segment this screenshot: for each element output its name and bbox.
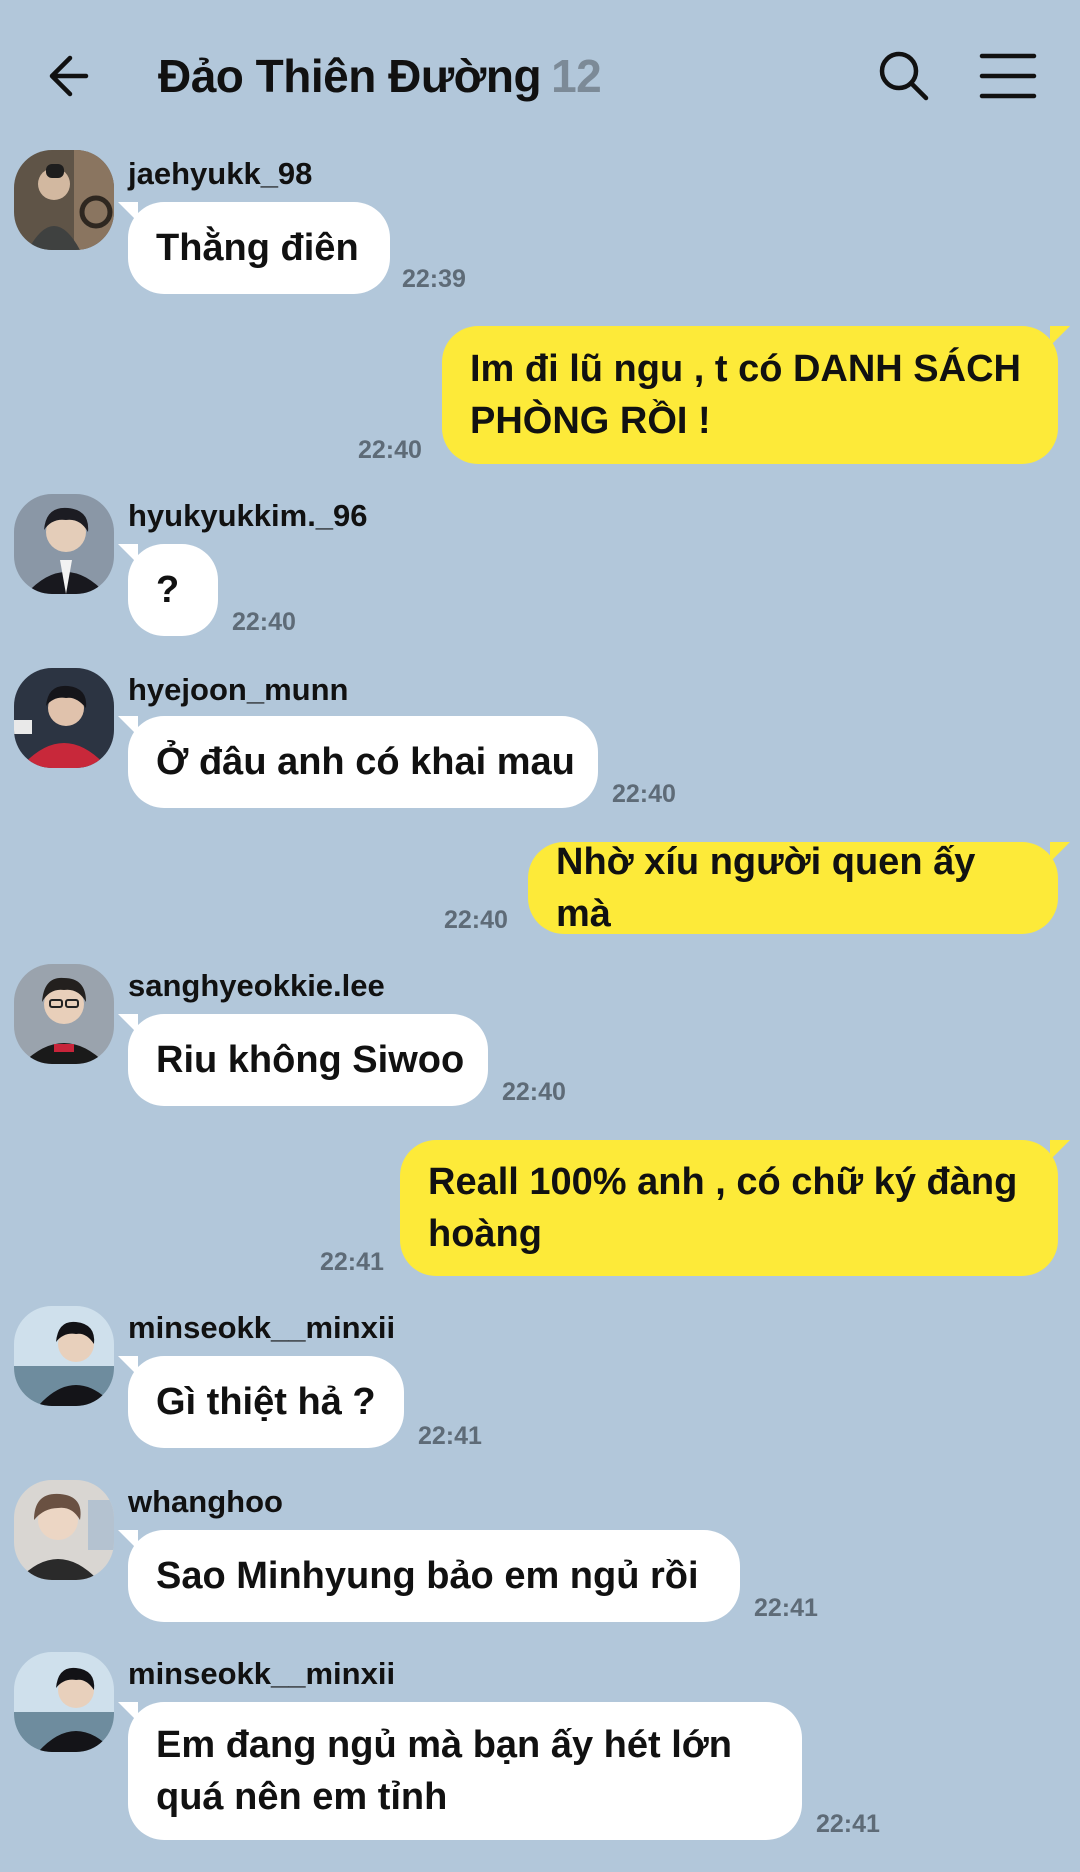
message-time: 22:40 xyxy=(502,1078,566,1106)
sender-name: jaehyukk_98 xyxy=(128,156,313,191)
avatar[interactable] xyxy=(14,494,114,594)
sender-name: minseokk__minxii xyxy=(128,1656,396,1691)
message-text: Reall 100% anh , có chữ ký đàng hoàng xyxy=(428,1161,1018,1255)
sender-name: sanghyeokkie.lee xyxy=(128,968,385,1003)
bubble-tail xyxy=(1050,1140,1070,1160)
bubble-tail xyxy=(1050,842,1070,862)
message-text: Nhờ xíu người quen ấy mà xyxy=(556,841,976,935)
sender-name: minseokk__minxii xyxy=(128,1310,396,1345)
back-button[interactable] xyxy=(46,46,106,106)
chat-screen: Đảo Thiên Đường 12 jaehyukk_98 Thằng điê… xyxy=(0,0,1080,1872)
profile-photo xyxy=(14,1652,114,1752)
message-bubble[interactable]: Ở đâu anh có khai mau xyxy=(128,716,598,808)
message-text: Em đang ngủ mà bạn ấy hét lớn quá nên em… xyxy=(156,1724,732,1818)
message-bubble[interactable]: Reall 100% anh , có chữ ký đàng hoàng xyxy=(400,1140,1058,1276)
chat-header: Đảo Thiên Đường 12 xyxy=(0,0,1080,150)
message-text: ? xyxy=(156,569,180,611)
message-time: 22:41 xyxy=(754,1594,818,1622)
message-time: 22:40 xyxy=(358,436,422,464)
member-count: 12 xyxy=(551,50,602,102)
back-arrow-icon xyxy=(49,55,89,97)
menu-button[interactable] xyxy=(978,46,1038,106)
message-time: 22:40 xyxy=(444,906,508,934)
sender-name: hyukyukkim._96 xyxy=(128,498,368,533)
message-bubble[interactable]: ? xyxy=(128,544,218,636)
message-bubble[interactable]: Riu không Siwoo xyxy=(128,1014,488,1106)
message-time: 22:41 xyxy=(320,1248,384,1276)
message-text: Riu không Siwoo xyxy=(156,1039,465,1081)
chat-title: Đảo Thiên Đường 12 xyxy=(158,46,602,106)
message-bubble[interactable]: Sao Minhyung bảo em ngủ rồi xyxy=(128,1530,740,1622)
profile-photo xyxy=(14,1306,114,1406)
profile-photo xyxy=(14,964,114,1064)
profile-photo xyxy=(14,668,114,768)
profile-photo xyxy=(14,150,114,250)
message-text: Sao Minhyung bảo em ngủ rồi xyxy=(156,1555,699,1597)
message-time: 22:40 xyxy=(232,608,296,636)
message-text: Im đi lũ ngu , t có DANH SÁCH PHÒNG RỒI … xyxy=(470,348,1021,442)
avatar[interactable] xyxy=(14,668,114,768)
message-text: Ở đâu anh có khai mau xyxy=(156,741,575,783)
avatar[interactable] xyxy=(14,150,114,250)
message-text: Thằng điên xyxy=(156,227,359,269)
avatar[interactable] xyxy=(14,964,114,1064)
menu-icon xyxy=(979,53,1037,99)
avatar[interactable] xyxy=(14,1652,114,1752)
profile-photo xyxy=(14,1480,114,1580)
bubble-tail xyxy=(1050,326,1070,346)
avatar[interactable] xyxy=(14,1480,114,1580)
message-text: Gì thiệt hả ? xyxy=(156,1381,376,1423)
room-name: Đảo Thiên Đường xyxy=(158,50,542,102)
message-bubble[interactable]: Gì thiệt hả ? xyxy=(128,1356,404,1448)
message-bubble[interactable]: Em đang ngủ mà bạn ấy hét lớn quá nên em… xyxy=(128,1702,802,1840)
message-time: 22:41 xyxy=(418,1422,482,1450)
avatar[interactable] xyxy=(14,1306,114,1406)
message-bubble[interactable]: Nhờ xíu người quen ấy mà xyxy=(528,841,1058,935)
search-button[interactable] xyxy=(874,46,934,106)
search-icon xyxy=(879,51,929,101)
message-time: 22:40 xyxy=(612,780,676,808)
message-time: 22:41 xyxy=(816,1810,880,1838)
message-time: 22:39 xyxy=(402,265,466,293)
profile-photo xyxy=(14,494,114,594)
message-bubble[interactable]: Thằng điên xyxy=(128,202,390,294)
message-bubble[interactable]: Im đi lũ ngu , t có DANH SÁCH PHÒNG RỒI … xyxy=(442,326,1058,464)
sender-name: whanghoo xyxy=(128,1484,283,1519)
sender-name: hyejoon_munn xyxy=(128,672,349,707)
